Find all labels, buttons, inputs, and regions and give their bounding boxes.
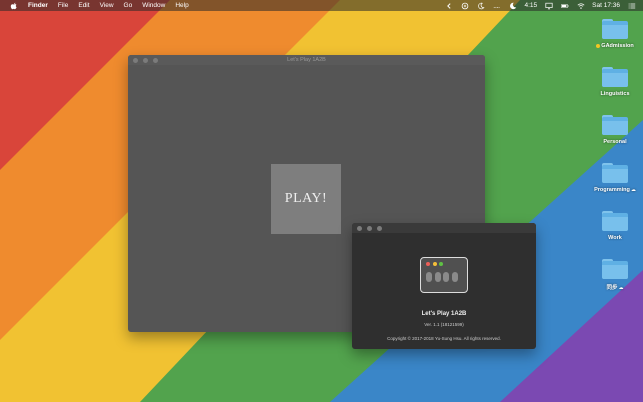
folder-icon [602, 115, 628, 135]
folder-icon [602, 163, 628, 183]
desktop-folder-label: Work [608, 235, 622, 241]
window-controls [352, 225, 382, 231]
airplay-icon[interactable] [544, 1, 553, 10]
desktop-folder-work[interactable]: Work [590, 211, 640, 241]
folder-icon [602, 67, 628, 87]
game-window-titlebar[interactable]: Let's Play 1A2B [128, 55, 485, 65]
menu-clock[interactable]: Sat 17:36 [592, 2, 620, 9]
desktop-folder-personal[interactable]: Personal [590, 115, 640, 145]
desktop-folder-programming[interactable]: Programming☁ [590, 163, 640, 193]
menu-help[interactable]: Help [175, 2, 188, 9]
menu-bar: Finder File Edit View Go Window Help 4:1… [0, 0, 643, 11]
battery-time[interactable]: 4:15 [525, 2, 538, 9]
battery-icon[interactable] [560, 1, 569, 10]
desktop-folder-label: 同步 [606, 285, 618, 291]
menu-view[interactable]: View [100, 2, 114, 9]
desktop-folder-label: Linguistics [600, 91, 630, 97]
icloud-icon: ☁ [630, 187, 636, 193]
about-window-titlebar[interactable] [352, 223, 536, 233]
apple-icon[interactable] [9, 1, 18, 10]
chevron-left-icon[interactable] [445, 1, 454, 10]
zoom-button[interactable] [377, 225, 382, 231]
desktop-folder-gadmission[interactable]: GAdmission [590, 19, 640, 49]
desktop-folder-linguistics[interactable]: Linguistics [590, 67, 640, 97]
notification-list-icon[interactable] [627, 1, 636, 10]
folder-icon [602, 259, 628, 279]
menu-extra-icon[interactable] [493, 1, 502, 10]
icloud-icon: ☁ [618, 285, 624, 291]
menu-go[interactable]: Go [124, 2, 133, 9]
circle-status-icon[interactable] [461, 1, 470, 10]
menu-file[interactable]: File [58, 2, 68, 9]
desktop-folder-label: GAdmission [601, 43, 634, 49]
menu-window[interactable]: Window [142, 2, 165, 9]
menu-edit[interactable]: Edit [78, 2, 89, 9]
game-window-title: Let's Play 1A2B [287, 57, 326, 63]
moon-icon[interactable] [477, 1, 486, 10]
desktop-folder-sync[interactable]: 同步☁ [590, 259, 640, 291]
night-moon-icon[interactable] [509, 1, 518, 10]
wifi-icon[interactable] [576, 1, 585, 10]
about-copyright: Copyright © 2017-2018 Yu-Sung Hsu. All r… [387, 336, 501, 341]
tag-dot-icon [596, 43, 601, 48]
close-button[interactable] [357, 225, 362, 231]
folder-icon [602, 211, 628, 231]
about-version: Ver. 1.1 (18121599) [424, 322, 464, 327]
folder-icon [602, 19, 628, 39]
minimize-button[interactable] [367, 225, 372, 231]
desktop-folder-label: Personal [603, 139, 627, 145]
desktop-folder-label: Programming [594, 187, 630, 193]
app-icon [420, 257, 468, 293]
menu-app-name[interactable]: Finder [28, 2, 48, 9]
about-window: Let's Play 1A2B Ver. 1.1 (18121599) Copy… [352, 223, 536, 349]
play-button[interactable]: PLAY! [271, 164, 341, 234]
about-app-name: Let's Play 1A2B [421, 311, 467, 317]
